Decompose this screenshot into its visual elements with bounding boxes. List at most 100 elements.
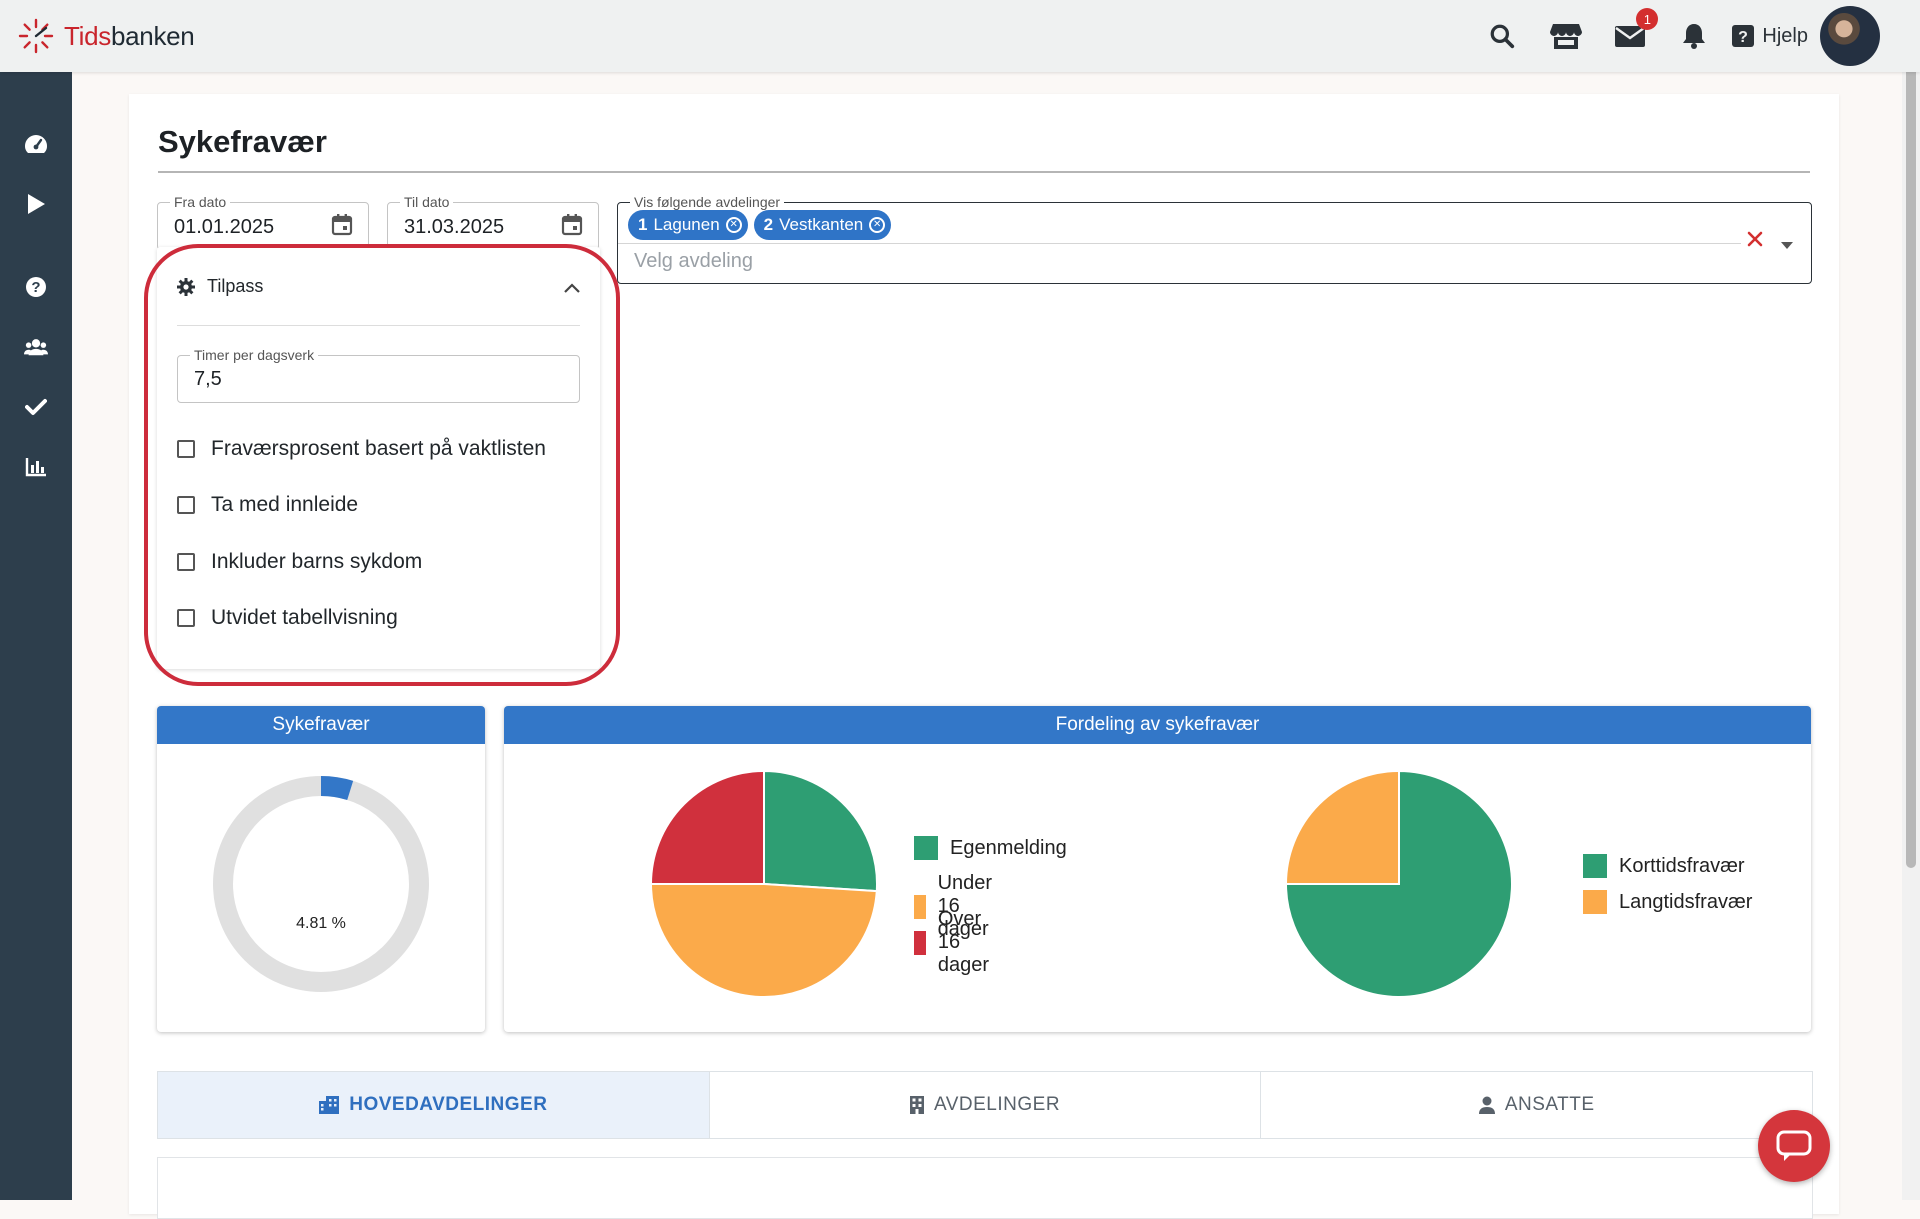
pie-slice-under-16-dager bbox=[649, 883, 878, 998]
table-card bbox=[157, 1157, 1813, 1219]
user-avatar[interactable] bbox=[1820, 6, 1880, 66]
legend-item: Over 16 dager bbox=[914, 908, 1001, 977]
pie-slice-over-16-dager bbox=[649, 769, 765, 885]
sidebar-item-play[interactable] bbox=[24, 192, 48, 216]
chat-button[interactable] bbox=[1758, 1110, 1830, 1182]
legend-label: Korttidsfravær bbox=[1619, 854, 1745, 877]
legend-swatch bbox=[914, 836, 938, 860]
sidebar-item-reports[interactable] bbox=[24, 455, 48, 479]
customize-header[interactable]: Tilpass bbox=[177, 276, 263, 297]
duration-pie-chart bbox=[1284, 769, 1513, 998]
distribution-panel: Fordeling av sykefravær Egenmelding Under… bbox=[504, 706, 1811, 1032]
customize-title: Tilpass bbox=[207, 276, 264, 296]
help-button[interactable]: ? Hjelp bbox=[1732, 25, 1808, 48]
collapse-customize-button[interactable] bbox=[564, 280, 580, 298]
calendar-icon bbox=[331, 214, 353, 236]
tab-label: ANSATTE bbox=[1504, 1094, 1595, 1115]
donut-track bbox=[213, 776, 429, 992]
legend-label: Egenmelding bbox=[950, 836, 1067, 859]
caret-down-icon bbox=[1781, 242, 1793, 249]
logo-icon bbox=[18, 18, 54, 54]
messages-button[interactable]: 1 bbox=[1598, 8, 1662, 64]
option-label: Ta med innleide bbox=[211, 493, 359, 516]
view-tabs: HOVEDAVDELINGER AVDELINGER ANSATTE bbox=[157, 1071, 1813, 1139]
option-checkbox[interactable] bbox=[177, 609, 195, 627]
gear-icon bbox=[177, 277, 195, 296]
option-checkbox[interactable] bbox=[177, 496, 195, 514]
departments-label: Vis følgende avdelinger bbox=[630, 194, 785, 210]
option-row[interactable]: Inkluder barns sykdom bbox=[177, 550, 422, 574]
chip-label: Lagunen bbox=[653, 215, 720, 234]
tab-label: AVDELINGER bbox=[933, 1094, 1061, 1115]
sick-leave-panel-title: Sykefravær bbox=[157, 706, 485, 744]
from-date-field[interactable]: Fra dato 01.01.2025 bbox=[157, 194, 369, 250]
option-checkbox[interactable] bbox=[177, 440, 195, 458]
legend-item: Langtidsfravær bbox=[1583, 890, 1752, 914]
building-icon bbox=[909, 1096, 924, 1114]
option-row[interactable]: Ta med innleide bbox=[177, 493, 358, 517]
page-scrollbar[interactable] bbox=[1902, 0, 1920, 1200]
scrollbar-thumb[interactable] bbox=[1906, 48, 1916, 868]
sidebar-item-users[interactable] bbox=[24, 335, 48, 359]
departments-select[interactable]: Vis følgende avdelinger 1 Lagunen ✕ 2 Vest… bbox=[617, 194, 1812, 284]
option-label: Utvidet tabellvisning bbox=[211, 606, 398, 629]
sidebar-item-dashboard[interactable] bbox=[24, 132, 48, 156]
from-date-calendar-button[interactable] bbox=[330, 213, 354, 242]
hours-per-day-field[interactable]: Timer per dagsverk 7,5 bbox=[177, 347, 580, 403]
option-checkbox[interactable] bbox=[177, 553, 195, 571]
legend-label: Langtidsfravær bbox=[1619, 890, 1753, 913]
from-date-label: Fra dato bbox=[170, 194, 231, 210]
sick-leave-panel: Sykefravær 4.81 % bbox=[157, 706, 485, 1032]
dashboard-gauge-icon bbox=[25, 135, 47, 153]
hours-per-day-label: Timer per dagsverk bbox=[190, 347, 319, 363]
notifications-button[interactable] bbox=[1662, 8, 1726, 64]
department-chip[interactable]: 2 Vestkanten ✕ bbox=[753, 210, 892, 240]
remove-chip-icon[interactable]: ✕ bbox=[725, 217, 742, 233]
svg-text:?: ? bbox=[31, 279, 40, 296]
bell-icon bbox=[1683, 24, 1706, 49]
option-row[interactable]: Utvidet tabellvisning bbox=[177, 606, 398, 630]
search-icon bbox=[1491, 24, 1515, 49]
bar-chart-icon bbox=[25, 458, 46, 477]
tab-ansatte[interactable]: ANSATTE bbox=[1261, 1072, 1812, 1138]
mail-badge: 1 bbox=[1636, 8, 1659, 30]
chip-number: 2 bbox=[763, 215, 774, 234]
from-date-value: 01.01.2025 bbox=[174, 216, 275, 238]
donut-segment-sick-leave bbox=[320, 776, 354, 801]
tab-avdelinger[interactable]: AVDELINGER bbox=[710, 1072, 1262, 1138]
customize-divider bbox=[177, 325, 580, 326]
sick-leave-donut-chart: 4.81 % bbox=[213, 776, 429, 992]
departments-dropdown-button[interactable] bbox=[1781, 236, 1793, 254]
chat-bubble-icon bbox=[1776, 1130, 1812, 1161]
search-button[interactable] bbox=[1470, 8, 1534, 64]
departments-placeholder[interactable]: Velg avdeling bbox=[634, 250, 753, 273]
sidebar: ? bbox=[0, 72, 72, 1200]
tab-hovedavdelinger[interactable]: HOVEDAVDELINGER bbox=[158, 1072, 710, 1138]
donut-center-label: 4.81 % bbox=[296, 915, 346, 932]
svg-text:?: ? bbox=[1739, 29, 1749, 46]
remove-chip-icon[interactable]: ✕ bbox=[869, 217, 886, 233]
clear-departments-button[interactable] bbox=[1747, 231, 1763, 252]
legend-swatch bbox=[1583, 854, 1607, 878]
option-label: Fraværsprosent basert på vaktlisten bbox=[211, 437, 546, 460]
pie-slice-egenmelding bbox=[763, 769, 878, 893]
store-button[interactable] bbox=[1534, 8, 1598, 64]
question-square-icon: ? bbox=[1732, 25, 1755, 47]
buildings-icon bbox=[319, 1096, 340, 1114]
to-date-calendar-button[interactable] bbox=[560, 213, 584, 242]
checkmark-icon bbox=[25, 399, 47, 415]
clear-x-icon bbox=[1747, 231, 1763, 247]
to-date-field[interactable]: Til dato 31.03.2025 bbox=[387, 194, 599, 250]
option-row[interactable]: Fraværsprosent basert på vaktlisten bbox=[177, 437, 546, 461]
play-icon bbox=[28, 194, 45, 214]
sidebar-item-approvals[interactable] bbox=[24, 395, 48, 419]
customize-panel: Tilpass Timer per dagsverk 7,5 Fraværspr… bbox=[157, 247, 600, 669]
tidsbanken-logo[interactable]: Tidsbanken bbox=[16, 16, 195, 56]
to-date-label: Til dato bbox=[400, 194, 454, 210]
help-label: Hjelp bbox=[1762, 24, 1808, 47]
logo-text: Tidsbanken bbox=[64, 20, 195, 51]
option-label: Inkluder barns sykdom bbox=[211, 550, 423, 573]
department-chip[interactable]: 1 Lagunen ✕ bbox=[628, 210, 748, 240]
distribution-panel-title: Fordeling av sykefravær bbox=[504, 706, 1811, 744]
sidebar-item-help[interactable]: ? bbox=[24, 275, 48, 299]
